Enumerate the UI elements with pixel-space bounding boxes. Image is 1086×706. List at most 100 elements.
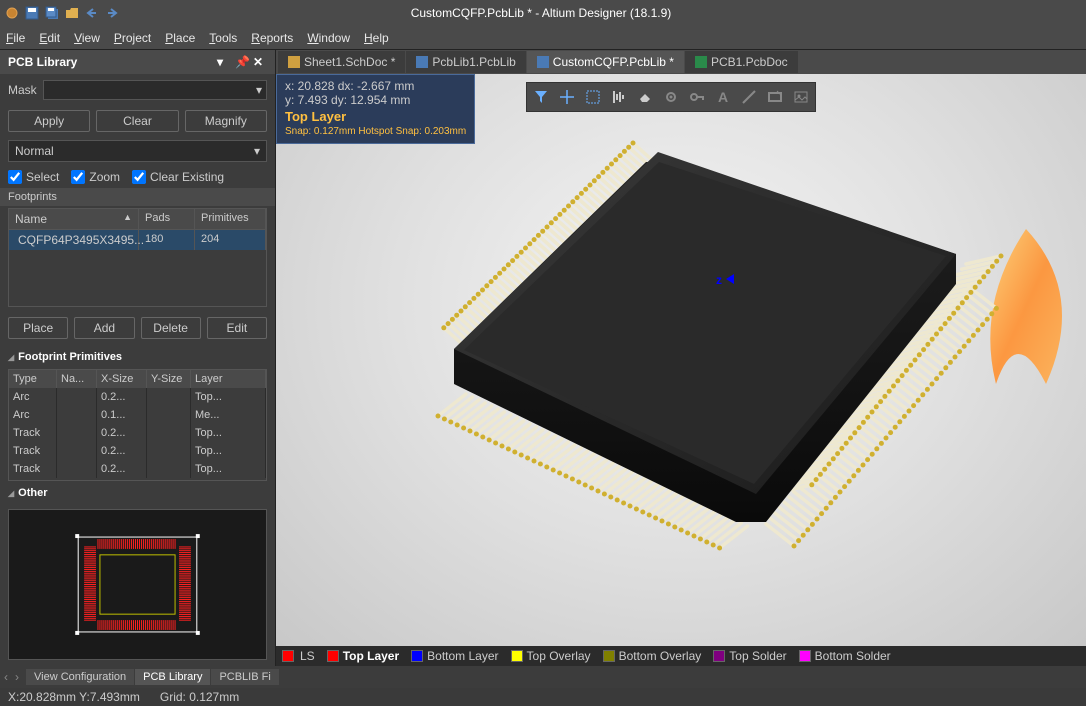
footprint-row[interactable]: CQFP64P3495X3495... 180 204 — [9, 230, 266, 250]
save-icon[interactable] — [24, 5, 40, 21]
other-section-title[interactable]: Other — [0, 483, 275, 503]
prim-col-xsize[interactable]: X-Size — [97, 370, 147, 388]
schematic-icon — [288, 56, 300, 68]
layer-tab[interactable]: Top Solder — [713, 649, 786, 663]
place-button[interactable]: Place — [8, 317, 68, 339]
primitive-row[interactable]: Track0.2...Top... — [9, 424, 266, 442]
primitive-row[interactable]: Arc0.1...Me... — [9, 406, 266, 424]
scroll-right-icon[interactable]: › — [15, 670, 25, 684]
image-tool-icon[interactable] — [789, 85, 813, 109]
menu-edit[interactable]: Edit — [39, 31, 60, 45]
select-tool-icon[interactable] — [581, 85, 605, 109]
zoom-checkbox[interactable]: Zoom — [71, 170, 120, 184]
tab-customcqfp[interactable]: CustomCQFP.PcbLib * — [527, 51, 684, 73]
canvas-3d-view[interactable]: x: 20.828 dx: -2.667 mm y: 7.493 dy: 12.… — [276, 74, 1086, 646]
menu-bar: File Edit View Project Place Tools Repor… — [0, 26, 1086, 50]
tab-pcb1[interactable]: PCB1.PcbDoc — [685, 51, 798, 73]
prim-col-ysize[interactable]: Y-Size — [147, 370, 191, 388]
magnify-button[interactable]: Magnify — [185, 110, 267, 132]
document-tabs: Sheet1.SchDoc * PcbLib1.PcbLib CustomCQF… — [276, 50, 1086, 74]
primitive-row[interactable]: Track0.2...Top... — [9, 460, 266, 478]
key-tool-icon[interactable] — [685, 85, 709, 109]
menu-project[interactable]: Project — [114, 31, 151, 45]
save-all-icon[interactable] — [44, 5, 60, 21]
col-primitives[interactable]: Primitives — [195, 209, 266, 229]
menu-tools[interactable]: Tools — [209, 31, 237, 45]
overlay-layer: Top Layer — [285, 107, 466, 126]
tab-pcblib-fi[interactable]: PCBLIB Fi — [211, 669, 278, 685]
gear-tool-icon[interactable] — [659, 85, 683, 109]
line-tool-icon[interactable] — [737, 85, 761, 109]
panel-dropdown-icon[interactable]: ▾ — [217, 55, 231, 69]
mask-row: Mask ▾ — [0, 74, 275, 106]
prim-col-name[interactable]: Na... — [57, 370, 97, 388]
clear-existing-checkbox[interactable]: Clear Existing — [132, 170, 224, 184]
tab-pcblib1[interactable]: PcbLib1.PcbLib — [406, 51, 525, 73]
redo-icon[interactable] — [104, 5, 120, 21]
overlay-line-y: y: 7.493 dy: 12.954 mm — [285, 93, 466, 107]
primitives-section-title[interactable]: Footprint Primitives — [0, 347, 275, 367]
mode-dropdown-value: Normal — [15, 144, 54, 158]
layer-tab[interactable]: Top Overlay — [511, 649, 591, 663]
chevron-down-icon: ▾ — [254, 144, 260, 158]
align-tool-icon[interactable] — [607, 85, 631, 109]
delete-button[interactable]: Delete — [141, 317, 201, 339]
menu-window[interactable]: Window — [307, 31, 350, 45]
layer-tab[interactable]: Top Layer — [327, 649, 399, 663]
layer-tab[interactable]: Bottom Overlay — [603, 649, 702, 663]
edit-button[interactable]: Edit — [207, 317, 267, 339]
tab-sheet1[interactable]: Sheet1.SchDoc * — [278, 51, 405, 73]
scroll-left-icon[interactable]: ‹ — [4, 670, 14, 684]
clear-button[interactable]: Clear — [96, 110, 178, 132]
bottom-tabs: ‹ › View Configuration PCB Library PCBLI… — [0, 666, 1086, 688]
add-button[interactable]: Add — [74, 317, 134, 339]
rect-tool-icon[interactable] — [763, 85, 787, 109]
filter-tool-icon[interactable] — [529, 85, 553, 109]
menu-help[interactable]: Help — [364, 31, 389, 45]
undo-icon[interactable] — [84, 5, 100, 21]
app-icon — [4, 5, 20, 21]
pcb-library-panel: PCB Library ▾ 📌 ✕ Mask ▾ Apply Clear Mag… — [0, 50, 276, 666]
main-area: PCB Library ▾ 📌 ✕ Mask ▾ Apply Clear Mag… — [0, 50, 1086, 666]
menu-reports[interactable]: Reports — [251, 31, 293, 45]
panel-header: PCB Library ▾ 📌 ✕ — [0, 50, 275, 74]
prim-col-type[interactable]: Type — [9, 370, 57, 388]
layer-tab[interactable]: Bottom Layer — [411, 649, 498, 663]
mask-select[interactable]: ▾ — [43, 80, 267, 100]
ls-swatch[interactable] — [282, 650, 294, 662]
erase-tool-icon[interactable] — [633, 85, 657, 109]
editor-area: Sheet1.SchDoc * PcbLib1.PcbLib CustomCQF… — [276, 50, 1086, 666]
footprint-preview[interactable] — [8, 509, 267, 660]
prim-col-layer[interactable]: Layer — [191, 370, 266, 388]
menu-place[interactable]: Place — [165, 31, 195, 45]
window-title: CustomCQFP.PcbLib * - Altium Designer (1… — [120, 6, 962, 20]
menu-view[interactable]: View — [74, 31, 100, 45]
apply-button[interactable]: Apply — [8, 110, 90, 132]
filter-buttons: Apply Clear Magnify — [0, 106, 275, 136]
coord-overlay: x: 20.828 dx: -2.667 mm y: 7.493 dy: 12.… — [276, 74, 475, 144]
open-icon[interactable] — [64, 5, 80, 21]
col-name[interactable]: Name▲ — [9, 209, 139, 229]
text-tool-icon[interactable]: A — [711, 85, 735, 109]
select-checkbox[interactable]: Select — [8, 170, 59, 184]
menu-file[interactable]: File — [6, 31, 25, 45]
tab-pcb-library[interactable]: PCB Library — [135, 669, 210, 685]
pcbdoc-icon — [695, 56, 707, 68]
status-bar: X:20.828mm Y:7.493mm Grid: 0.127mm — [0, 688, 1086, 706]
panel-pin-icon[interactable]: 📌 — [235, 55, 249, 69]
primitive-row[interactable]: Arc0.2...Top... — [9, 388, 266, 406]
crosshair-tool-icon[interactable] — [555, 85, 579, 109]
overlay-line-x: x: 20.828 dx: -2.667 mm — [285, 79, 466, 93]
status-xy: X:20.828mm Y:7.493mm — [8, 690, 140, 704]
mask-label: Mask — [8, 83, 37, 97]
layer-tabs: LS Top LayerBottom LayerTop OverlayBotto… — [276, 646, 1086, 666]
title-bar-icons — [4, 5, 120, 21]
col-pads[interactable]: Pads — [139, 209, 195, 229]
pcblib-icon — [416, 56, 428, 68]
tab-view-config[interactable]: View Configuration — [26, 669, 134, 685]
layer-tab[interactable]: Bottom Solder — [799, 649, 891, 663]
footprints-section: Footprints — [0, 188, 275, 206]
panel-close-icon[interactable]: ✕ — [253, 55, 267, 69]
mode-dropdown[interactable]: Normal ▾ — [8, 140, 267, 162]
primitive-row[interactable]: Track0.2...Top... — [9, 442, 266, 460]
